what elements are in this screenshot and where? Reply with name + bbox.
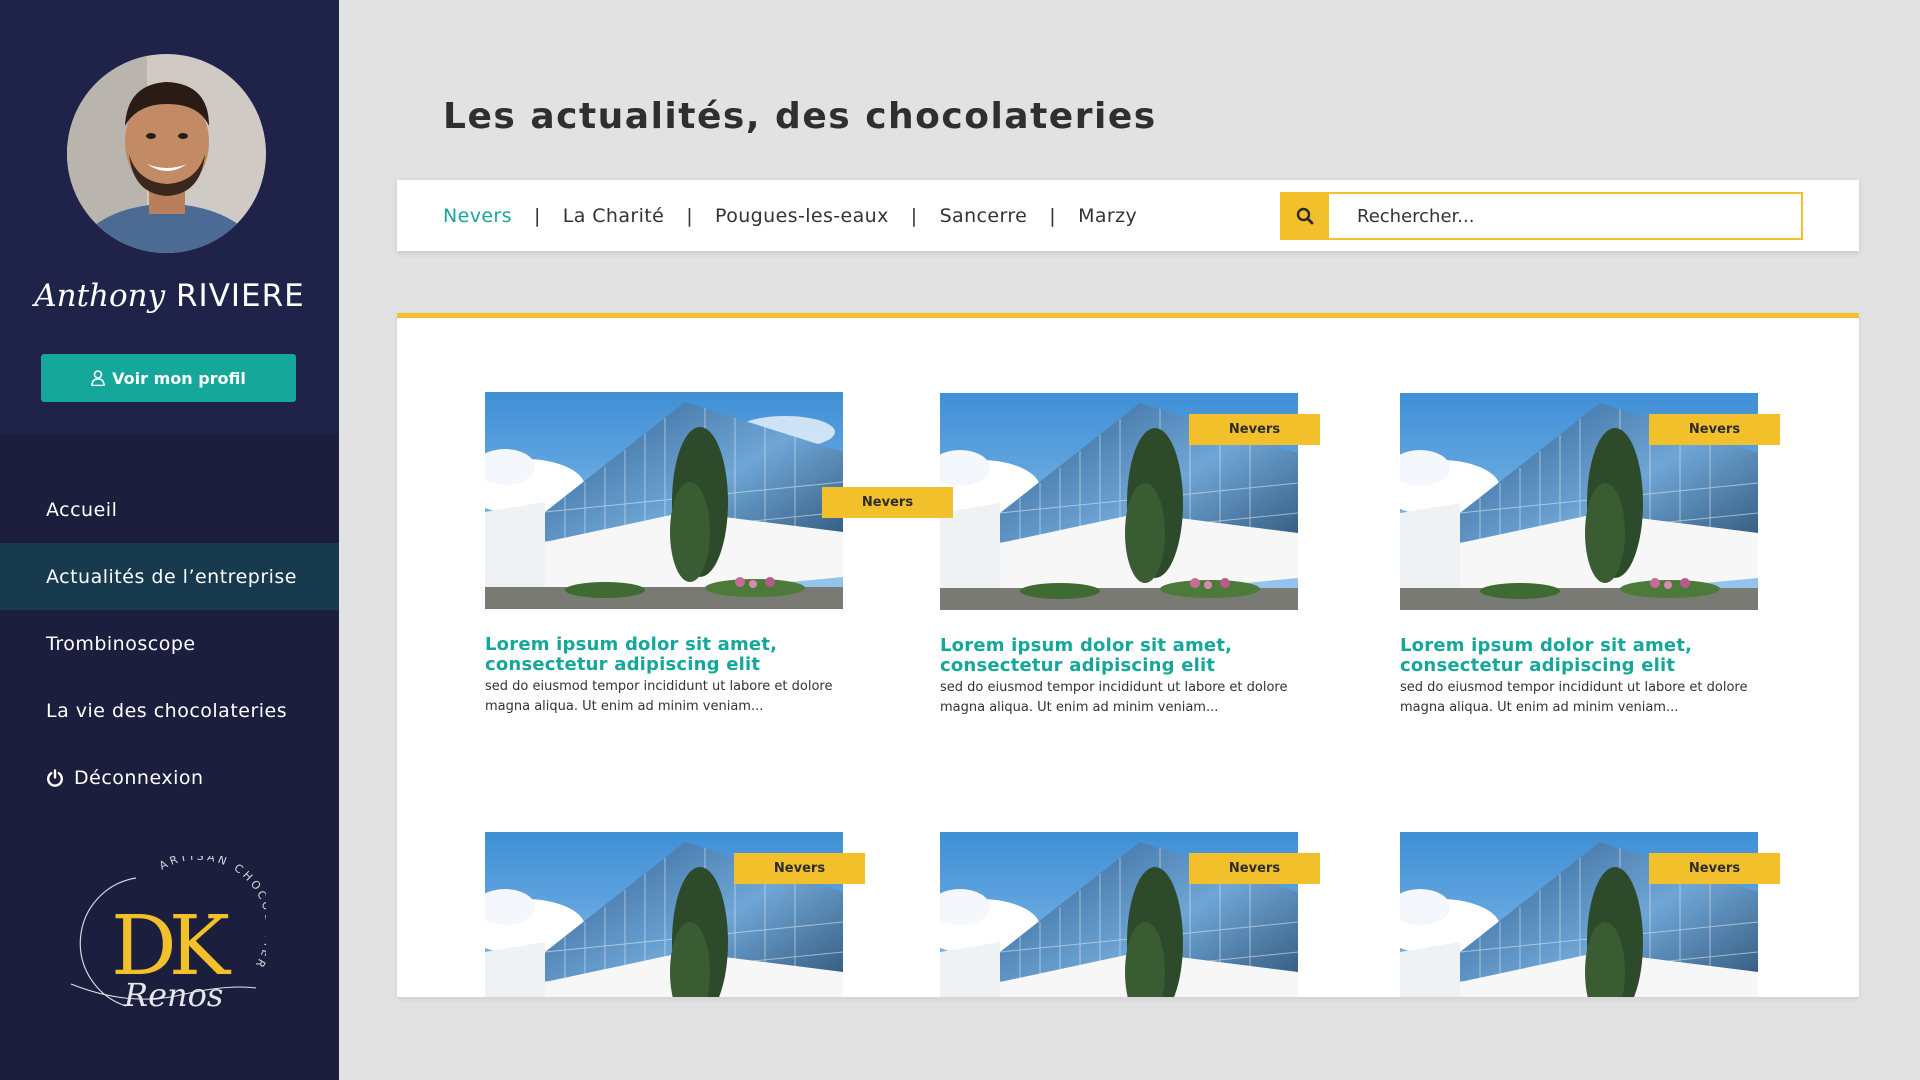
city-badge: Nevers [822,487,953,518]
city-filter-bar: Nevers | La Charité | Pougues-les-eaux |… [397,180,1859,251]
page-title-bold: Les actualités, [443,96,761,137]
view-profile-label: Voir mon profil [112,368,246,388]
city-badge: Nevers [1189,414,1320,445]
sidebar-item-label: Trombinoscope [46,632,196,655]
city-badge: Nevers [1189,853,1320,884]
user-last-name: RIVIERE [176,278,305,314]
avatar [67,54,266,253]
news-title: Lorem ipsum dolor sit amet, consectetur … [940,635,1233,676]
tab-sancerre[interactable]: Sancerre [940,205,1028,227]
user-icon [91,370,105,386]
tab-marzy[interactable]: Marzy [1078,205,1137,227]
company-logo: ARTISAN CHOCOLATIER DK Renos [66,850,273,1026]
sidebar-item-label: Déconnexion [74,766,204,789]
sidebar-item-deconnexion[interactable]: Déconnexion [0,744,339,811]
sidebar-item-accueil[interactable]: Accueil [0,476,339,543]
sidebar-item-actualites[interactable]: Actualités de l’entreprise [0,543,339,610]
sidebar: Anthony RIVIERE Voir mon profil Accueil … [0,0,339,1080]
news-panel: Nevers Lorem ipsum dolor sit amet, conse… [397,313,1859,997]
search-box [1280,192,1803,240]
sidebar-item-label: La vie des chocolateries [46,699,288,722]
user-first-name: Anthony [34,278,166,314]
page-title-rest: des chocolateries [775,96,1157,137]
news-thumbnail [485,392,843,609]
tab-pougues-les-eaux[interactable]: Pougues-les-eaux [715,205,889,227]
city-tabs: Nevers | La Charité | Pougues-les-eaux |… [443,180,1137,251]
news-card[interactable]: Nevers Lorem ipsum dolor sit amet, conse… [485,392,953,717]
news-title: Lorem ipsum dolor sit amet, consectetur … [1400,635,1693,676]
tab-separator: | [1049,204,1057,227]
news-excerpt: sed do eiusmod tempor incididunt ut labo… [940,680,1288,715]
sidebar-item-label: Actualités de l’entreprise [46,565,297,588]
sidebar-item-label: Accueil [46,498,118,521]
news-card[interactable]: Nevers Lorem ipsum dolor sit amet, conse… [940,393,1320,718]
city-badge: Nevers [1649,853,1780,884]
logo-signature: Renos [123,976,223,1014]
power-icon [47,768,63,787]
sidebar-item-trombinoscope[interactable]: Trombinoscope [0,610,339,677]
news-card[interactable]: Nevers Lorem ipsum dolor sit amet, conse… [1400,393,1780,718]
search-icon [1296,207,1313,225]
news-title: Lorem ipsum dolor sit amet, consectetur … [485,634,778,675]
tab-nevers[interactable]: Nevers [443,205,512,227]
city-badge: Nevers [734,853,865,884]
sidebar-item-vie-chocolateries[interactable]: La vie des chocolateries [0,677,339,744]
city-badge: Nevers [1649,414,1780,445]
view-profile-button[interactable]: Voir mon profil [41,354,296,402]
news-excerpt: sed do eiusmod tempor incididunt ut labo… [1400,680,1748,715]
user-name: Anthony RIVIERE [0,278,339,314]
news-card[interactable]: Nevers [485,832,865,997]
tab-separator: | [910,204,918,227]
news-card[interactable]: Nevers [1400,832,1780,997]
sidebar-nav: Accueil Actualités de l’entreprise Tromb… [0,476,339,811]
page-title: Les actualités, des chocolateries [443,96,1157,137]
search-input[interactable] [1329,192,1803,240]
sidebar-profile-section: Anthony RIVIERE Voir mon profil [0,0,339,434]
search-button[interactable] [1280,192,1329,240]
tab-la-charite[interactable]: La Charité [563,205,664,227]
tab-separator: | [686,204,694,227]
news-card[interactable]: Nevers [940,832,1320,997]
tab-separator: | [533,204,541,227]
news-excerpt: sed do eiusmod tempor incididunt ut labo… [485,679,833,714]
